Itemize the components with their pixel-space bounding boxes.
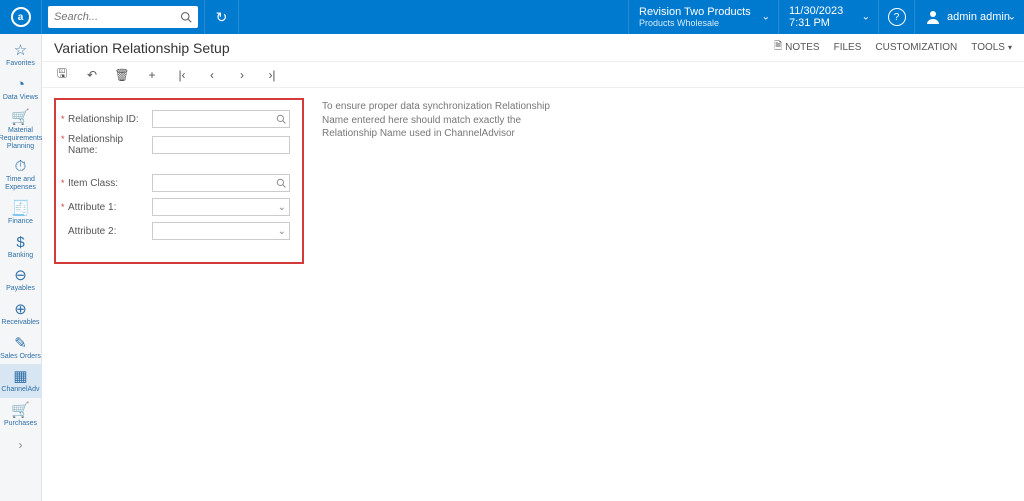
business-date-selector[interactable]: 11/30/2023 7:31 PM ⌄ (778, 0, 878, 34)
delete-button[interactable]: 🗑 (114, 68, 130, 82)
user-icon (925, 9, 941, 25)
tenant-branch: Products Wholesale (639, 18, 768, 28)
relationship-id-label: Relationship ID: (68, 114, 152, 125)
undo-button[interactable]: ↶ (84, 68, 100, 82)
prev-record-button[interactable]: ‹ (204, 68, 220, 82)
chevron-down-icon[interactable]: ⌄ (278, 202, 286, 213)
help-icon: ? (888, 8, 906, 26)
relationship-name-input[interactable] (153, 140, 289, 151)
refresh-button[interactable]: ↻ (205, 0, 239, 34)
sidebar-item-favorites[interactable]: ☆Favorites (0, 38, 42, 72)
relationship-name-label: Relationship Name: (68, 134, 152, 156)
main-panel: Variation Relationship Setup 🗎NOTES FILE… (42, 34, 1024, 501)
lookup-icon[interactable] (276, 178, 286, 188)
note-icon: 🗎 (774, 39, 782, 56)
grid-icon: ▦ (13, 369, 27, 384)
add-button[interactable]: + (144, 68, 160, 82)
next-record-button[interactable]: › (234, 68, 250, 82)
sidebar-item-sales-orders[interactable]: ✎Sales Orders (0, 331, 42, 365)
page-title: Variation Relationship Setup (54, 40, 774, 56)
chevron-down-icon: ⌄ (1008, 12, 1016, 23)
attribute1-field[interactable]: ⌄ (152, 198, 290, 216)
help-button[interactable]: ? (878, 0, 914, 34)
search-icon[interactable] (180, 11, 192, 23)
minus-circle-icon: ⊖ (14, 268, 27, 283)
relationship-name-field[interactable] (152, 136, 290, 154)
user-menu[interactable]: admin admin ⌄ (914, 0, 1024, 34)
form-highlight-box: Relationship ID: Relationship Name: (54, 98, 304, 264)
relationship-id-field[interactable] (152, 110, 290, 128)
business-date: 11/30/2023 (789, 5, 868, 17)
sidebar-item-mrp[interactable]: 🛒Material Requirements Planning (0, 105, 42, 154)
notes-button[interactable]: 🗎NOTES (774, 39, 820, 56)
sidebar-item-finance[interactable]: 🧾Finance (0, 196, 42, 230)
sidebar-expand-button[interactable]: › (19, 438, 23, 452)
save-button[interactable]: 🖫 (54, 64, 70, 85)
receipt-icon: 🧾 (11, 201, 30, 216)
cart-icon: 🛒 (11, 403, 30, 418)
chevron-down-icon: ⌄ (862, 12, 870, 23)
sidebar-item-receivables[interactable]: ⊕Receivables (0, 297, 42, 331)
sidebar-item-payables[interactable]: ⊖Payables (0, 263, 42, 297)
cart-icon: 🛒 (11, 110, 30, 125)
info-text: To ensure proper data synchronization Re… (322, 100, 552, 141)
files-button[interactable]: FILES (834, 42, 862, 53)
star-icon: ☆ (14, 43, 27, 58)
attribute2-input[interactable] (153, 226, 289, 237)
sidebar-item-time-expenses[interactable]: ⏱Time and Expenses (0, 154, 42, 195)
lookup-icon[interactable] (276, 114, 286, 124)
item-class-label: Item Class: (68, 178, 152, 189)
dollar-icon: $ (16, 235, 24, 250)
clock-icon: ⏱ (15, 159, 27, 174)
first-record-button[interactable]: |‹ (174, 68, 190, 82)
sidebar-item-data-views[interactable]: ◔Data Views (0, 72, 42, 106)
app-logo[interactable]: a (0, 0, 42, 34)
sidebar: ☆Favorites ◔Data Views 🛒Material Require… (0, 34, 42, 501)
chevron-down-icon[interactable]: ⌄ (278, 226, 286, 237)
business-time: 7:31 PM (789, 17, 868, 29)
user-name: admin admin (947, 11, 1010, 23)
search-box[interactable] (48, 6, 198, 28)
attribute2-label: Attribute 2: (68, 226, 152, 237)
last-record-button[interactable]: ›| (264, 68, 280, 82)
attribute2-field[interactable]: ⌄ (152, 222, 290, 240)
item-class-field[interactable] (152, 174, 290, 192)
tenant-selector[interactable]: Revision Two Products Products Wholesale… (628, 0, 778, 34)
title-bar: Variation Relationship Setup 🗎NOTES FILE… (42, 34, 1024, 62)
item-class-input[interactable] (153, 178, 289, 189)
chevron-down-icon: ⌄ (762, 12, 770, 23)
edit-icon: ✎ (14, 336, 27, 351)
attribute1-label: Attribute 1: (68, 202, 152, 213)
search-container (42, 0, 205, 34)
search-input[interactable] (54, 11, 180, 23)
top-bar: a ↻ Revision Two Products Products Whole… (0, 0, 1024, 34)
customization-button[interactable]: CUSTOMIZATION (875, 42, 957, 53)
toolbar: 🖫 ↶ 🗑 + |‹ ‹ › ›| (42, 62, 1024, 88)
sidebar-item-purchases[interactable]: 🛒Purchases (0, 398, 42, 432)
tenant-name: Revision Two Products (639, 6, 768, 18)
attribute1-input[interactable] (153, 202, 289, 213)
plus-circle-icon: ⊕ (14, 302, 27, 317)
chart-icon: ◔ (16, 77, 25, 92)
sidebar-item-banking[interactable]: $Banking (0, 230, 42, 264)
relationship-id-input[interactable] (153, 114, 289, 125)
sidebar-item-channeladv[interactable]: ▦ChannelAdv (0, 364, 42, 398)
tools-menu[interactable]: TOOLS (971, 42, 1012, 53)
